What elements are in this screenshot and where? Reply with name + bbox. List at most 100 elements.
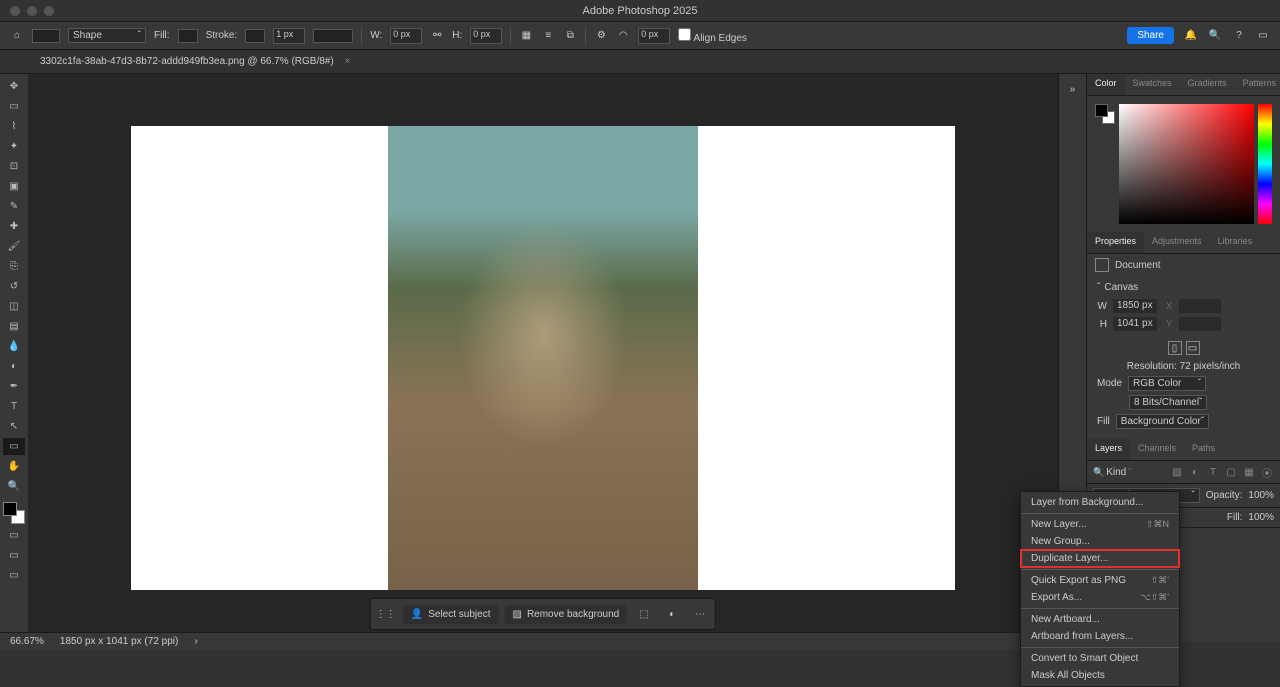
filter-toggle-icon[interactable]: ⦿ bbox=[1260, 465, 1274, 479]
stroke-swatch[interactable] bbox=[245, 29, 265, 43]
close-window[interactable] bbox=[10, 6, 20, 16]
orientation-landscape-icon[interactable]: ▭ bbox=[1186, 341, 1200, 355]
canvas-section-header[interactable]: ˇCanvas bbox=[1097, 282, 1270, 293]
tool-dodge[interactable]: ◐ bbox=[3, 358, 25, 375]
bits-select[interactable]: 8 Bits/Channelˇ bbox=[1129, 395, 1207, 410]
adjust-icon[interactable]: ◐ bbox=[661, 603, 683, 625]
path-ops-icon[interactable]: ▦ bbox=[519, 29, 533, 43]
select-subject-button[interactable]: 👤Select subject bbox=[403, 605, 499, 624]
canvas-area[interactable]: ⋮⋮ 👤Select subject ▨Remove background ⬚ … bbox=[28, 74, 1058, 642]
help-icon[interactable]: ? bbox=[1232, 29, 1246, 43]
tab-properties[interactable]: Properties bbox=[1087, 232, 1144, 253]
menu-new-layer[interactable]: New Layer...⇧⌘N bbox=[1021, 516, 1179, 533]
tool-stamp[interactable]: ⎘ bbox=[3, 258, 25, 275]
color-picker[interactable] bbox=[1087, 96, 1280, 232]
layer-fill-value[interactable]: 100% bbox=[1248, 512, 1274, 523]
close-tab-icon[interactable]: × bbox=[344, 56, 350, 67]
chevron-right-icon[interactable]: › bbox=[194, 636, 197, 647]
tab-channels[interactable]: Channels bbox=[1130, 439, 1184, 460]
gear-icon[interactable]: ⚙ bbox=[594, 29, 608, 43]
menu-mask-all-objects[interactable]: Mask All Objects bbox=[1021, 667, 1179, 684]
canvas-h-input[interactable]: 1041 px bbox=[1113, 317, 1157, 331]
hue-slider[interactable] bbox=[1258, 104, 1272, 224]
opacity-value[interactable]: 100% bbox=[1248, 490, 1274, 501]
expand-panels-icon[interactable]: » bbox=[1066, 82, 1080, 96]
tool-pen[interactable]: ✒ bbox=[3, 378, 25, 395]
fill-select[interactable]: Background Colorˇ bbox=[1116, 414, 1209, 429]
tool-eyedropper[interactable]: ✎ bbox=[3, 198, 25, 215]
menu-export-as[interactable]: Export As...⌥⇧⌘' bbox=[1021, 589, 1179, 606]
tool-gradient[interactable]: ▤ bbox=[3, 318, 25, 335]
canvas-w-input[interactable]: 1850 px bbox=[1113, 299, 1157, 313]
tool-history[interactable]: ↺ bbox=[3, 278, 25, 295]
menu-new-artboard[interactable]: New Artboard... bbox=[1021, 611, 1179, 628]
filter-smart-icon[interactable]: ▦ bbox=[1242, 465, 1256, 479]
tool-quick-select[interactable]: ✦ bbox=[3, 138, 25, 155]
search-icon[interactable]: 🔍 bbox=[1208, 29, 1222, 43]
tool-rectangle[interactable]: ▭ bbox=[3, 438, 25, 455]
tool-preset[interactable] bbox=[32, 29, 60, 43]
tool-heal[interactable]: ✚ bbox=[3, 218, 25, 235]
tool-eraser[interactable]: ◫ bbox=[3, 298, 25, 315]
minimize-window[interactable] bbox=[27, 6, 37, 16]
radius-icon[interactable]: ◠ bbox=[616, 29, 630, 43]
tab-color[interactable]: Color bbox=[1087, 74, 1125, 95]
tool-type[interactable]: T bbox=[3, 398, 25, 415]
menu-quick-export-as-png[interactable]: Quick Export as PNG⇧⌘' bbox=[1021, 572, 1179, 589]
mode-select[interactable]: RGB Colorˇ bbox=[1128, 376, 1206, 391]
stroke-width-input[interactable]: 1 px bbox=[273, 28, 305, 44]
tab-layers[interactable]: Layers bbox=[1087, 439, 1130, 460]
tab-swatches[interactable]: Swatches bbox=[1125, 74, 1180, 95]
quick-mask[interactable]: ▭ bbox=[3, 547, 25, 564]
maximize-window[interactable] bbox=[44, 6, 54, 16]
tab-gradients[interactable]: Gradients bbox=[1180, 74, 1235, 95]
align-edges-checkbox[interactable]: Align Edges bbox=[678, 28, 747, 44]
menu-artboard-from-layers[interactable]: Artboard from Layers... bbox=[1021, 628, 1179, 645]
stroke-style[interactable] bbox=[313, 29, 353, 43]
fg-bg-colors[interactable] bbox=[3, 502, 25, 524]
height-input[interactable]: 0 px bbox=[470, 28, 502, 44]
width-input[interactable]: 0 px bbox=[390, 28, 422, 44]
bell-icon[interactable]: 🔔 bbox=[1184, 29, 1198, 43]
drag-handle-icon[interactable]: ⋮⋮ bbox=[375, 603, 397, 625]
color-field[interactable] bbox=[1119, 104, 1254, 224]
zoom-level[interactable]: 66.67% bbox=[10, 636, 44, 647]
tab-adjustments[interactable]: Adjustments bbox=[1144, 232, 1210, 253]
canvas[interactable] bbox=[131, 126, 955, 590]
tab-paths[interactable]: Paths bbox=[1184, 439, 1223, 460]
filter-image-icon[interactable]: ▧ bbox=[1170, 465, 1184, 479]
home-icon[interactable]: ⌂ bbox=[10, 29, 24, 43]
more-icon[interactable]: ⋯ bbox=[689, 603, 711, 625]
tool-path[interactable]: ↖ bbox=[3, 418, 25, 435]
tool-zoom[interactable]: 🔍 bbox=[3, 478, 25, 495]
menu-layer-from-background[interactable]: Layer from Background... bbox=[1021, 494, 1179, 511]
tool-frame[interactable]: ▣ bbox=[3, 178, 25, 195]
menu-convert-to-smart-object[interactable]: Convert to Smart Object bbox=[1021, 650, 1179, 667]
canvas-x-input[interactable] bbox=[1179, 299, 1221, 313]
layer-kind-filter[interactable]: 🔍Kind ˇ bbox=[1093, 467, 1131, 478]
filter-shape-icon[interactable]: ▢ bbox=[1224, 465, 1238, 479]
canvas-y-input[interactable] bbox=[1179, 317, 1221, 331]
tool-crop[interactable]: ⊡ bbox=[3, 158, 25, 175]
share-button[interactable]: Share bbox=[1127, 27, 1174, 44]
fill-swatch[interactable] bbox=[178, 29, 198, 43]
link-icon[interactable]: ⚯ bbox=[430, 29, 444, 43]
tab-libraries[interactable]: Libraries bbox=[1210, 232, 1261, 253]
tab-patterns[interactable]: Patterns bbox=[1235, 74, 1280, 95]
remove-background-button[interactable]: ▨Remove background bbox=[504, 605, 627, 624]
tool-lasso[interactable]: ⌇ bbox=[3, 118, 25, 135]
doc-info[interactable]: 1850 px x 1041 px (72 ppi) bbox=[60, 636, 178, 647]
radius-input[interactable]: 0 px bbox=[638, 28, 670, 44]
orientation-portrait-icon[interactable]: ▯ bbox=[1168, 341, 1182, 355]
align-icon[interactable]: ≡ bbox=[541, 29, 555, 43]
workspace-icon[interactable]: ▭ bbox=[1256, 29, 1270, 43]
arrange-icon[interactable]: ⧉ bbox=[563, 29, 577, 43]
document-tab[interactable]: 3302c1fa-38ab-47d3-8b72-addd949fb3ea.png… bbox=[32, 56, 358, 67]
tool-brush[interactable]: 🖌 bbox=[3, 238, 25, 255]
tool-marquee[interactable]: ▭ bbox=[3, 98, 25, 115]
tool-hand[interactable]: ✋ bbox=[3, 458, 25, 475]
tool-blur[interactable]: 💧 bbox=[3, 338, 25, 355]
fg-bg-swatch[interactable] bbox=[1095, 104, 1115, 124]
filter-adjust-icon[interactable]: ◐ bbox=[1188, 465, 1202, 479]
transform-icon[interactable]: ⬚ bbox=[633, 603, 655, 625]
